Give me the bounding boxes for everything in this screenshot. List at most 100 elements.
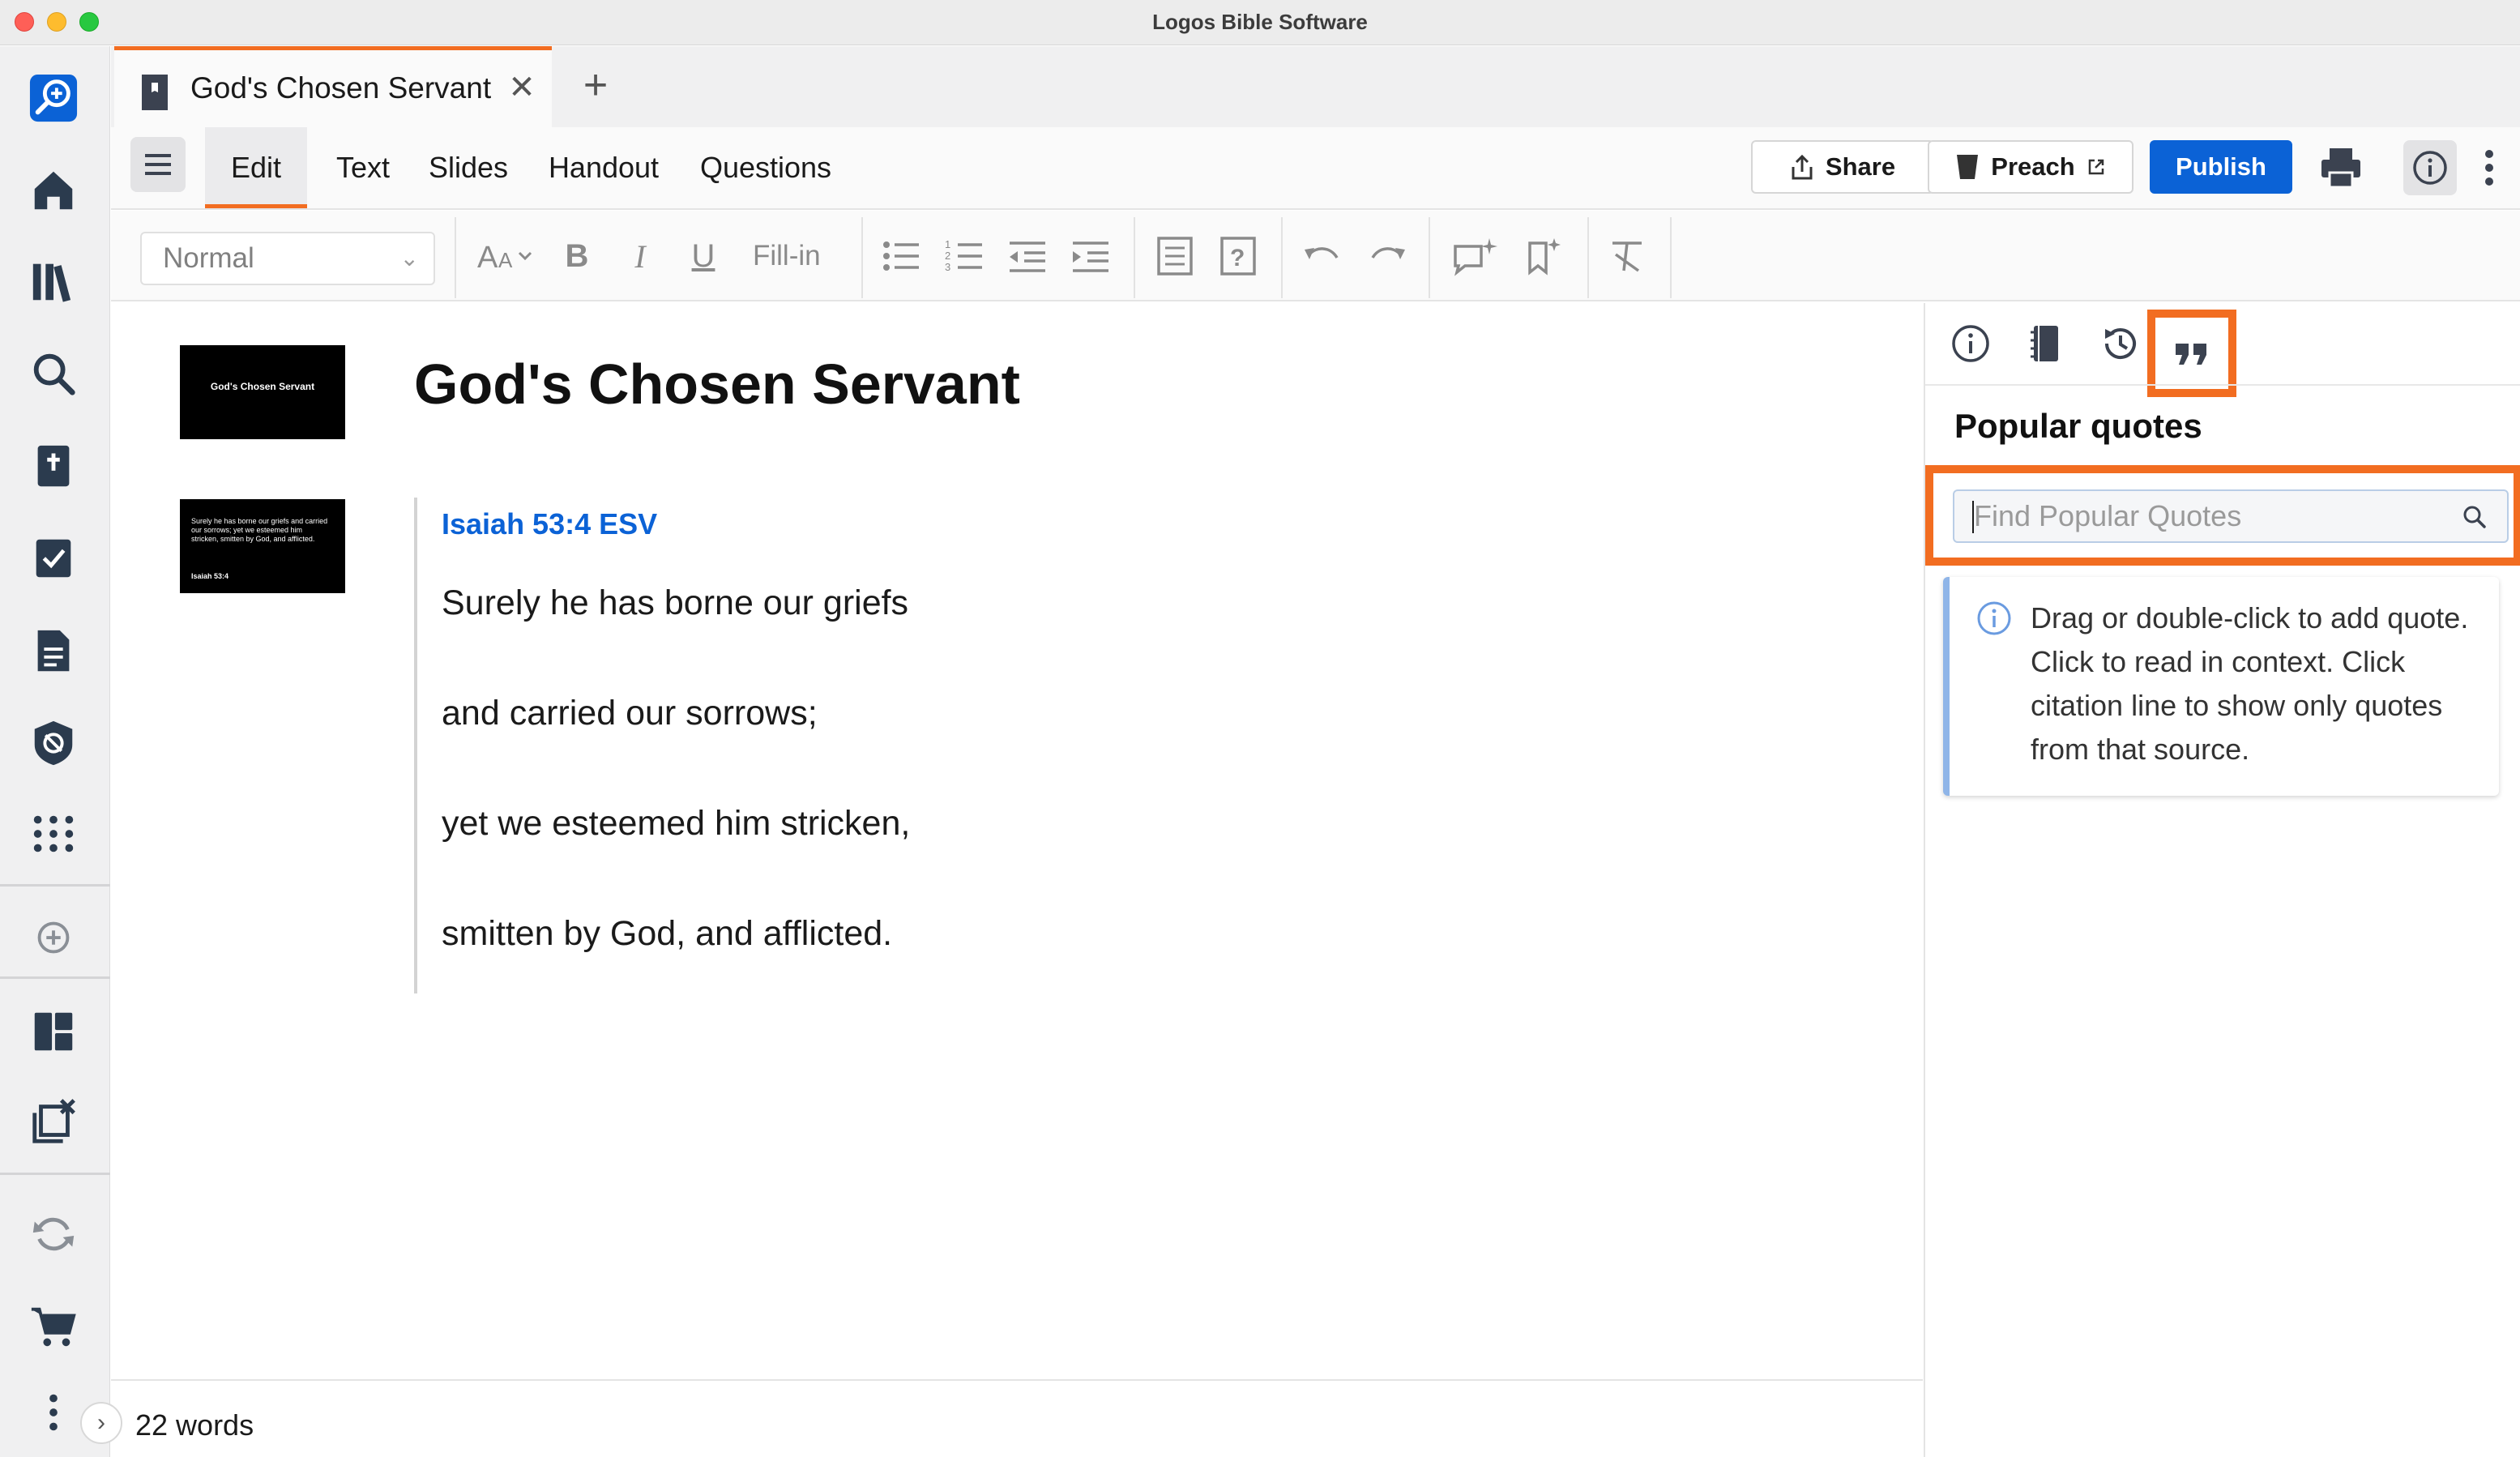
cart-icon[interactable] xyxy=(26,1299,81,1354)
title-slide-thumbnail[interactable]: God's Chosen Servant xyxy=(180,345,345,439)
svg-text:?: ? xyxy=(1230,245,1245,271)
verse-line[interactable]: and carried our sorrows; xyxy=(442,694,818,733)
add-circle-icon[interactable] xyxy=(26,910,81,965)
svg-text:2: 2 xyxy=(945,250,950,262)
search-placeholder: Find Popular Quotes xyxy=(1974,499,2242,532)
indent-icon[interactable] xyxy=(1067,232,1114,280)
panel-heading: Popular quotes xyxy=(1954,407,2202,445)
tab-questions[interactable]: Questions xyxy=(688,127,844,208)
toolbar-separator xyxy=(1587,217,1589,298)
sync-icon[interactable] xyxy=(26,1207,81,1262)
ai-bookmark-sparkle-icon[interactable] xyxy=(1519,232,1566,280)
clear-formatting-icon[interactable] xyxy=(1604,232,1651,280)
paragraph-style-select[interactable]: Normal ⌄ xyxy=(140,232,435,285)
ai-comment-sparkle-icon[interactable] xyxy=(1446,232,1503,280)
tab-slides[interactable]: Slides xyxy=(417,127,519,208)
window-title: Logos Bible Software xyxy=(1152,10,1368,34)
sidebar-divider xyxy=(0,884,110,887)
underline-button[interactable]: U xyxy=(680,232,727,280)
insert-question-icon[interactable]: ? xyxy=(1215,232,1262,280)
preach-button[interactable]: Preach xyxy=(1928,140,2133,194)
window-titlebar: Logos Bible Software xyxy=(0,0,2520,45)
verse-slide-reference: Isaiah 53:4 xyxy=(191,572,229,580)
scripture-block-bar xyxy=(414,498,417,993)
documents-icon[interactable] xyxy=(26,623,81,678)
new-tab-button[interactable]: + xyxy=(573,64,618,109)
tab-handout[interactable]: Handout xyxy=(539,127,668,208)
search-icon[interactable] xyxy=(26,346,81,401)
reading-plan-check-icon[interactable] xyxy=(26,531,81,586)
close-tab-icon[interactable]: ✕ xyxy=(506,71,538,104)
panel-divider xyxy=(1925,384,2520,386)
search-icon[interactable] xyxy=(2462,504,2488,530)
library-icon[interactable] xyxy=(26,254,81,309)
status-bar: › 22 words xyxy=(80,1379,1923,1457)
document-tab[interactable]: God's Chosen Servant ✕ xyxy=(114,46,552,127)
sermon-editor[interactable]: God's Chosen Servant Surely he has borne… xyxy=(111,303,1923,1379)
verse-slide-text: Surely he has borne our griefs and carri… xyxy=(191,517,328,543)
bible-icon[interactable] xyxy=(26,438,81,494)
text-caret xyxy=(1972,501,1974,533)
italic-button[interactable]: I xyxy=(617,232,664,280)
title-slide-text: God's Chosen Servant xyxy=(210,381,315,392)
preach-label: Preach xyxy=(1991,152,2075,181)
verse-slide-thumbnail[interactable]: Surely he has borne our griefs and carri… xyxy=(180,499,345,593)
close-panels-icon[interactable] xyxy=(26,1095,81,1150)
sermon-document-icon xyxy=(142,75,168,110)
toolbar-separator xyxy=(1281,217,1283,298)
font-size-icon[interactable]: AA xyxy=(474,232,542,280)
sidebar-divider xyxy=(0,1173,110,1175)
tab-text[interactable]: Text xyxy=(320,127,406,208)
verse-line[interactable]: Surely he has borne our griefs xyxy=(442,583,908,623)
info-card: Drag or double-click to add quote. Click… xyxy=(1943,577,2499,796)
chevron-right-icon[interactable]: › xyxy=(80,1402,122,1444)
history-tab-icon[interactable] xyxy=(2095,319,2144,368)
more-vertical-icon[interactable] xyxy=(26,1385,81,1440)
numbered-list-icon[interactable]: 123 xyxy=(941,232,988,280)
toolbar-separator xyxy=(455,217,456,298)
svg-text:3: 3 xyxy=(945,261,950,273)
toolbar-separator xyxy=(1670,217,1672,298)
redo-icon[interactable] xyxy=(1364,232,1411,280)
publish-button[interactable]: Publish xyxy=(2150,140,2292,194)
print-icon[interactable] xyxy=(2317,143,2365,192)
toolbar-separator xyxy=(861,217,863,298)
bulleted-list-icon[interactable] xyxy=(878,232,925,280)
home-icon[interactable] xyxy=(26,163,81,218)
tab-strip: God's Chosen Servant ✕ + xyxy=(111,46,2520,127)
more-options-icon[interactable] xyxy=(2477,142,2501,194)
pulpit-icon xyxy=(1957,155,1979,179)
notebook-tab-icon[interactable] xyxy=(2021,319,2069,368)
menu-hamburger-icon[interactable] xyxy=(130,137,186,192)
logos-search-logo-icon[interactable] xyxy=(26,70,81,126)
bold-button[interactable]: B xyxy=(553,232,600,280)
popular-quotes-search-input[interactable]: Find Popular Quotes xyxy=(1953,489,2509,543)
word-count: 22 words xyxy=(135,1408,254,1442)
outdent-icon[interactable] xyxy=(1004,232,1051,280)
share-button[interactable]: Share xyxy=(1751,140,1934,194)
insert-block-icon[interactable] xyxy=(1151,232,1198,280)
verse-line[interactable]: smitten by God, and afflicted. xyxy=(442,914,892,954)
toolbar-separator xyxy=(1429,217,1430,298)
svg-text:1: 1 xyxy=(945,238,950,250)
main-toolbar: Edit Text Slides Handout Questions Share… xyxy=(111,127,2520,210)
verse-reference-link[interactable]: Isaiah 53:4 ESV xyxy=(442,507,657,541)
verse-line[interactable]: yet we esteemed him stricken, xyxy=(442,804,910,844)
app-sidebar xyxy=(0,46,110,1457)
info-panel-icon[interactable] xyxy=(2403,140,2457,195)
right-panel: Popular quotes Find Popular Quotes Drag … xyxy=(1924,303,2520,1457)
info-card-text: Drag or double-click to add quote. Click… xyxy=(2031,601,2469,766)
layouts-icon[interactable] xyxy=(26,1004,81,1059)
guides-shield-icon[interactable] xyxy=(26,716,81,771)
sidebar-divider xyxy=(0,976,110,979)
apps-grid-icon[interactable] xyxy=(26,806,81,861)
share-label: Share xyxy=(1825,152,1896,181)
tab-edit[interactable]: Edit xyxy=(205,127,307,208)
document-title[interactable]: God's Chosen Servant xyxy=(414,352,1020,417)
info-icon xyxy=(1977,601,2011,635)
paragraph-style-value: Normal xyxy=(163,242,254,274)
info-tab-icon[interactable] xyxy=(1946,319,1995,368)
fill-in-button[interactable]: Fill-in xyxy=(753,232,821,280)
toolbar-separator xyxy=(1134,217,1135,298)
undo-icon[interactable] xyxy=(1299,232,1346,280)
